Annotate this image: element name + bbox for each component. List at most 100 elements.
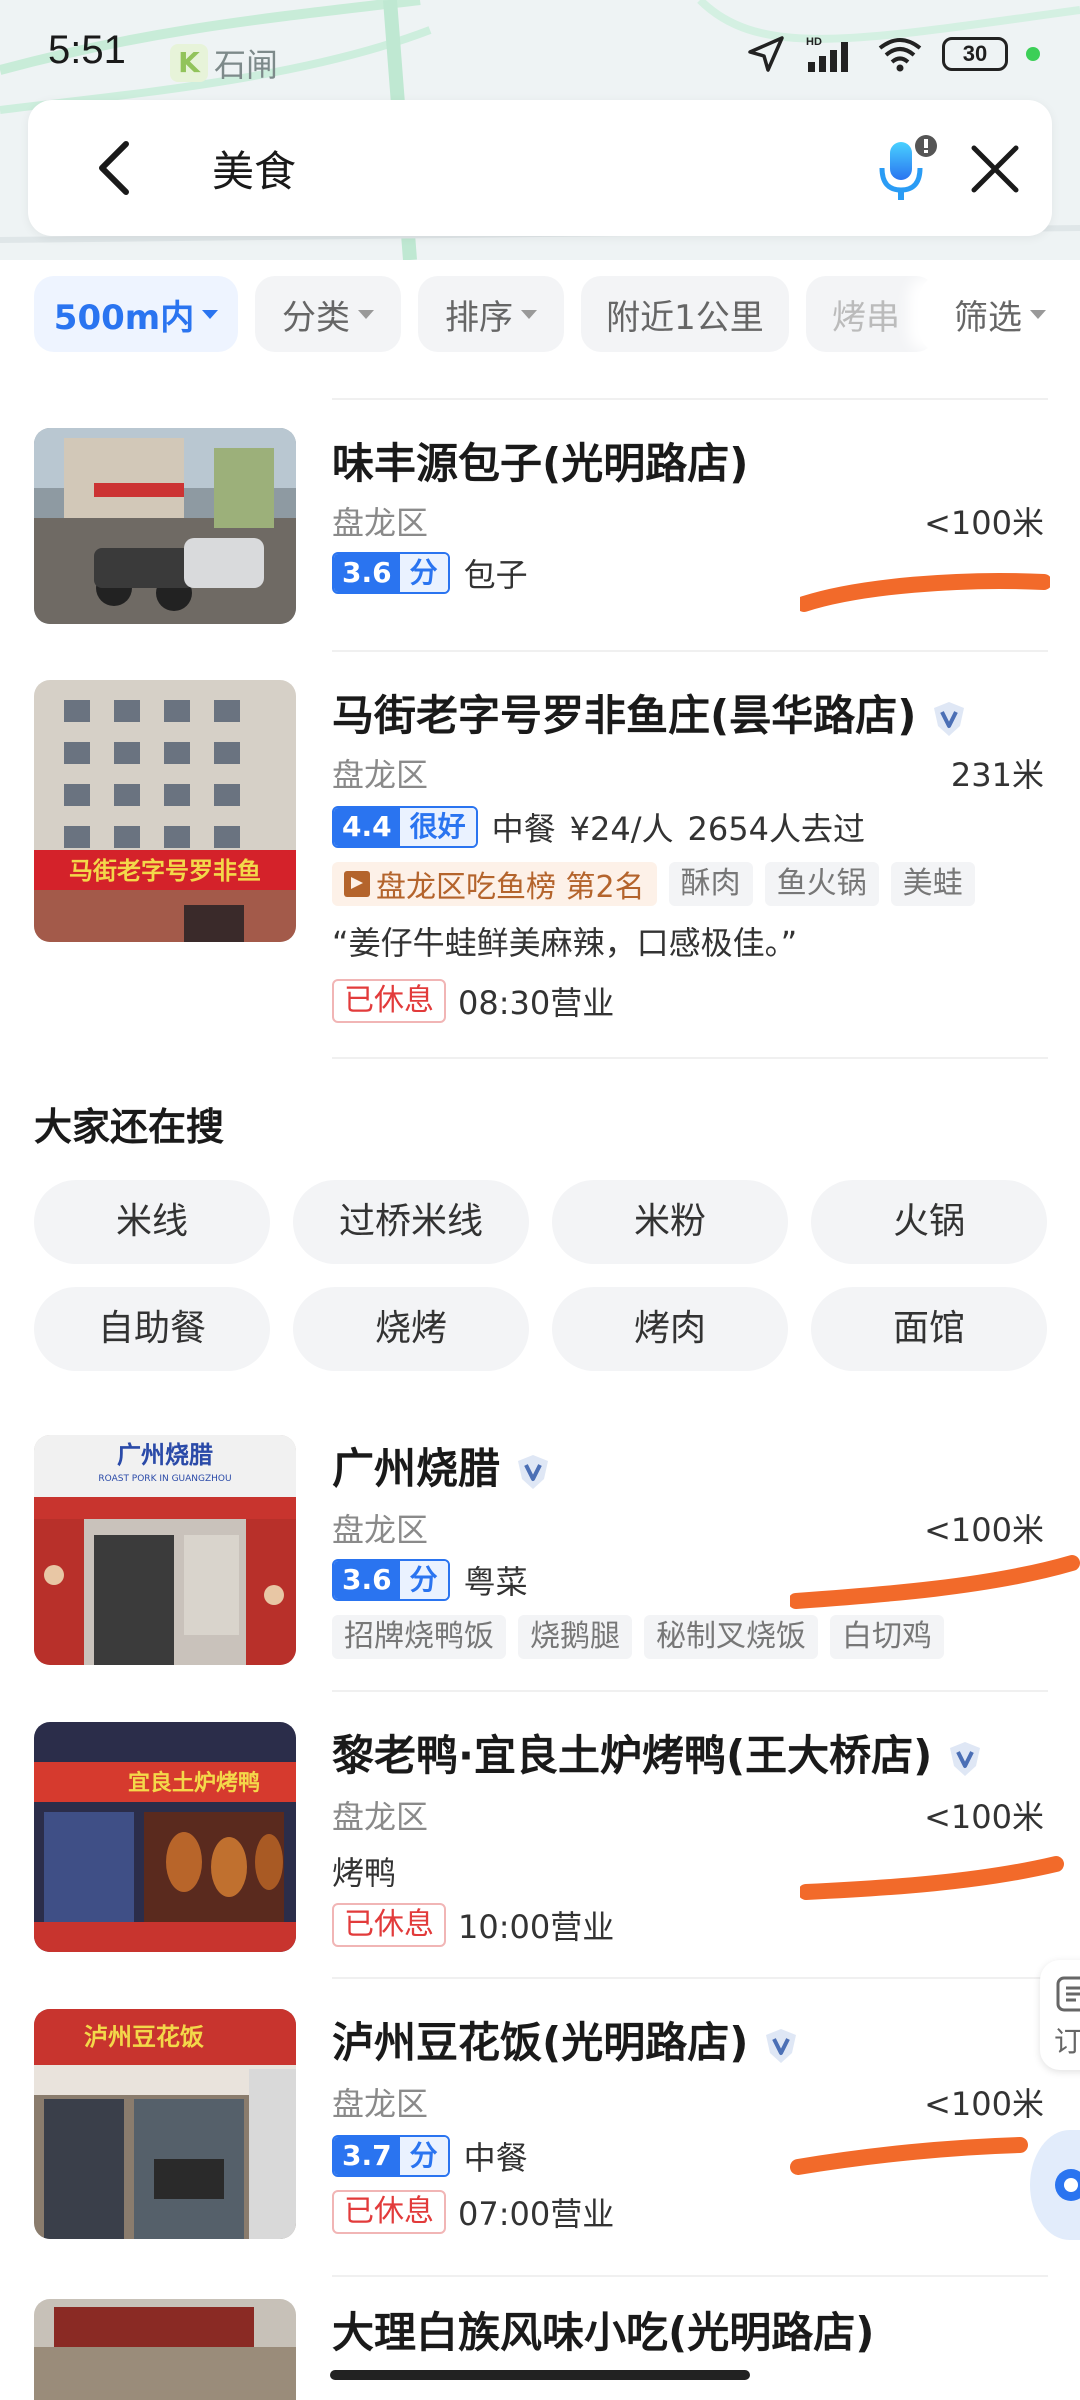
- poi-photo: 马街老字号罗非鱼: [34, 680, 296, 942]
- poi-tags-row: 盘龙区吃鱼榜 第2名 酥肉 鱼火锅 美蛙: [332, 862, 975, 906]
- search-bar[interactable]: 美食: [28, 100, 1052, 236]
- closed-badge: 已休息: [332, 2190, 446, 2234]
- poi-open-time: 10:00营业: [458, 1908, 615, 1946]
- poi-district: 盘龙区: [332, 2085, 429, 2123]
- poi-tag: 秘制叉烧饭: [644, 1615, 818, 1659]
- poi-tags-row: 招牌烧鸭饭 烧鹅腿 秘制叉烧饭 白切鸡: [332, 1615, 944, 1659]
- poi-category: 粤菜: [463, 1563, 528, 1601]
- side-order-button[interactable]: 订: [1040, 1960, 1080, 2070]
- poi-district: 盘龙区: [332, 756, 429, 794]
- storefront-sign-text: 广州烧腊: [117, 1441, 213, 1469]
- keyword-chip[interactable]: 自助餐: [34, 1287, 270, 1371]
- chevron-down-icon: [202, 309, 219, 319]
- rating-label: 分: [399, 2137, 448, 2175]
- poi-list-item[interactable]: 味丰源包子(光明路店) 盘龙区 <100米 3.6 分 包子: [0, 400, 1080, 650]
- order-list-icon: [1056, 1976, 1080, 2012]
- poi-photo: [34, 2299, 296, 2400]
- battery-icon: 30: [942, 37, 1008, 71]
- rating-badge: 3.7 分: [332, 2135, 450, 2177]
- poi-category: 中餐: [463, 2139, 528, 2177]
- filter-more-chip[interactable]: 筛选: [920, 276, 1080, 352]
- filter-nearby-chip[interactable]: 附近1公里: [581, 276, 789, 352]
- voice-search-icon[interactable]: [864, 130, 944, 210]
- keyword-chip[interactable]: 米粉: [552, 1180, 788, 1264]
- filter-bbq-chip[interactable]: 烤串: [806, 276, 936, 352]
- poi-tag: 白切鸡: [830, 1615, 944, 1659]
- poi-name[interactable]: 黎老鸭·宜良土炉烤鸭(王大桥店): [332, 1722, 984, 1783]
- keyword-chip[interactable]: 烧烤: [293, 1287, 529, 1371]
- home-indicator[interactable]: [330, 2370, 750, 2380]
- poi-name[interactable]: 味丰源包子(光明路店): [332, 430, 748, 491]
- poi-info-row: 3.6 分 包子: [332, 550, 528, 596]
- poi-tag: 招牌烧鸭饭: [332, 1615, 506, 1659]
- chevron-down-icon: [1030, 309, 1046, 319]
- poi-list-item[interactable]: 马街老字号罗非鱼 马街老字号罗非鱼庄(昙华路店) 盘龙区 231米 4.4 很好…: [0, 652, 1080, 1057]
- storefront-sign-subtext: ROAST PORK IN GUANGZHOU: [98, 1474, 231, 1484]
- keyword-chip[interactable]: 面馆: [811, 1287, 1047, 1371]
- verified-v-icon: [950, 1741, 981, 1776]
- poi-photo: 泸州豆花饭: [34, 2009, 296, 2239]
- rating-label: 很好: [399, 808, 476, 846]
- status-bar: 5:51 K 石闸 HD 30: [0, 0, 1080, 100]
- signal-icon: HD: [806, 36, 848, 72]
- poi-name-text: 黎老鸭·宜良土炉烤鸭(王大桥店): [332, 1731, 933, 1780]
- poi-district: 盘龙区: [332, 1798, 429, 1836]
- filter-label: 分类: [282, 297, 350, 338]
- poi-status-row: 已休息 08:30营业: [332, 978, 614, 1024]
- keyword-chip[interactable]: 过桥米线: [293, 1180, 529, 1264]
- poi-name[interactable]: 广州烧腊: [332, 1435, 552, 1496]
- rating-score: 3.7: [334, 2137, 400, 2175]
- rating-label: 分: [399, 554, 448, 592]
- closed-badge: 已休息: [332, 979, 446, 1023]
- status-time: 5:51: [48, 28, 126, 72]
- also-search-title: 大家还在搜: [34, 1105, 225, 1149]
- orange-annotation-scribble: [800, 1856, 1064, 1900]
- poi-list-item[interactable]: 泸州豆花饭 泸州豆花饭(光明路店) 盘龙区 <100米 3.7 分 中餐 已休息…: [0, 1979, 1080, 2269]
- search-input[interactable]: 美食: [212, 138, 296, 199]
- poi-list-item[interactable]: 大理白族风味小吃(光明路店): [0, 2277, 1080, 2400]
- keyword-chip[interactable]: 米线: [34, 1180, 270, 1264]
- poi-name[interactable]: 大理白族风味小吃(光明路店): [332, 2299, 874, 2360]
- filter-bar: 500m内 分类 排序 附近1公里 烤串 筛选: [0, 262, 1080, 372]
- poi-district: 盘龙区: [332, 504, 429, 542]
- close-icon[interactable]: [964, 138, 1026, 200]
- filter-category-chip[interactable]: 分类: [255, 276, 401, 352]
- poi-name[interactable]: 泸州豆花饭(光明路店): [332, 2009, 800, 2070]
- filter-sort-chip[interactable]: 排序: [418, 276, 564, 352]
- keyword-chip[interactable]: 火锅: [811, 1180, 1047, 1264]
- location-arrow-icon: [748, 36, 784, 72]
- poi-list-item[interactable]: 宜良土炉烤鸭 黎老鸭·宜良土炉烤鸭(王大桥店) 盘龙区 <100米 烤鸭 已休息…: [0, 1692, 1080, 1977]
- poi-open-time: 07:00营业: [458, 2195, 615, 2233]
- storefront-sign-text: 宜良土炉烤鸭: [128, 1770, 260, 1796]
- poi-review-snippet: “姜仔牛蛙鲜美麻辣，口感极佳。”: [332, 924, 798, 962]
- filter-distance-chip[interactable]: 500m内: [34, 276, 238, 352]
- poi-visits: 2654人去过: [687, 810, 865, 848]
- keyword-chip[interactable]: 烤肉: [552, 1287, 788, 1371]
- poi-category: 中餐: [491, 810, 556, 848]
- orange-annotation-scribble: [800, 573, 1050, 612]
- poi-category: 包子: [463, 556, 528, 594]
- filter-label: 排序: [445, 297, 513, 338]
- rating-score: 4.4: [334, 808, 400, 846]
- verified-v-icon: [518, 1454, 549, 1489]
- storefront-sign-text: 马街老字号罗非鱼: [69, 857, 261, 885]
- rank-tag[interactable]: 盘龙区吃鱼榜 第2名: [332, 862, 657, 906]
- poi-price: ¥24/人: [569, 810, 674, 848]
- poi-info-row: 4.4 很好 中餐 ¥24/人 2654人去过: [332, 804, 865, 850]
- privacy-indicator-dot: [1026, 47, 1040, 61]
- poi-name-text: 马街老字号罗非鱼庄(昙华路店): [332, 691, 917, 740]
- poi-name[interactable]: 马街老字号罗非鱼庄(昙华路店): [332, 682, 968, 743]
- list-divider: [332, 1057, 1048, 1059]
- chevron-down-icon: [521, 309, 537, 319]
- poi-name-text: 泸州豆花饭(光明路店): [332, 2018, 749, 2067]
- poi-status-row: 已休息 10:00营业: [332, 1902, 614, 1948]
- poi-photo: 宜良土炉烤鸭: [34, 1722, 296, 1952]
- poi-list-item[interactable]: 广州烧腊 ROAST PORK IN GUANGZHOU 广州烧腊 盘龙区 <1…: [0, 1405, 1080, 1690]
- rating-badge: 3.6 分: [332, 552, 450, 594]
- storefront-sign-text: 泸州豆花饭: [84, 2023, 204, 2051]
- side-order-label: 订: [1054, 2025, 1080, 2058]
- locate-icon: [1055, 2169, 1080, 2201]
- back-arrow-icon[interactable]: [86, 136, 146, 200]
- filter-label: 500m内: [53, 297, 195, 338]
- poi-category: 烤鸭: [332, 1854, 397, 1892]
